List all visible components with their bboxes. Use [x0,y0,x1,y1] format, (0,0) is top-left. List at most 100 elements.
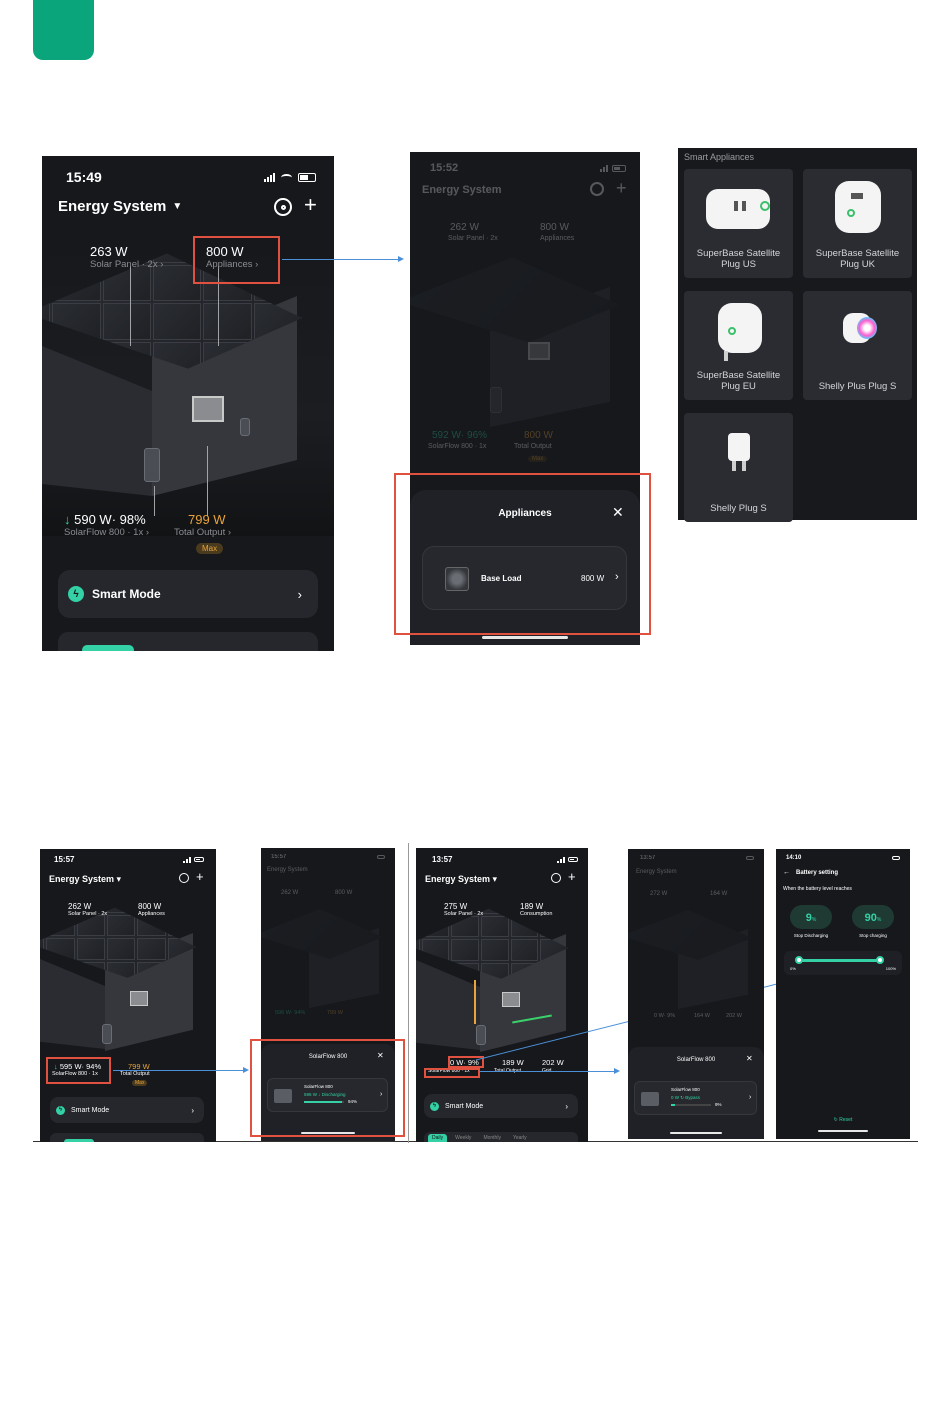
appliance-card[interactable]: Shelly Plug S [684,413,793,522]
column-divider [408,843,409,1143]
chevron-right-icon: › [297,586,302,602]
highlight-appliances [193,236,280,284]
system-selector[interactable]: Energy System ▾ [49,874,121,885]
solar-label: Solar Panel · 2x [90,259,158,270]
add-icon[interactable]: + [568,869,576,884]
tab-bar [50,1133,204,1142]
solarflow-value: 596 W· 94% [275,1010,306,1016]
max-badge: Max [132,1080,148,1086]
system-selector[interactable]: Energy System ▼ [58,198,182,215]
tab-weekly[interactable]: Weekly [451,1134,475,1142]
status-bar: 15:49 [66,169,316,185]
battery-icon [298,172,316,182]
stop-discharging-value[interactable]: 9% [790,905,832,929]
smart-mode-label: Smart Mode [71,1106,110,1114]
caret-down-icon: ▼ [172,201,183,212]
page-title: Battery setting [796,870,839,876]
appliances-value: 800 W [138,902,162,911]
slider-handle-low[interactable] [795,956,803,964]
appliances-label: Appliances [540,235,575,242]
solar-value: 275 W [444,902,468,911]
solar-label: Solar Panel · 2x [68,911,108,917]
highlight-solarflow [46,1057,111,1084]
page-title: Energy System [425,874,491,884]
arrow-to-appliances [282,259,400,260]
status-time: 14:10 [786,855,802,861]
highlight-appliances-sheet [394,473,651,635]
plug-eu-icon [718,303,762,353]
appliance-card[interactable]: SuperBase Satellite Plug EU [684,291,793,400]
status-time: 15:49 [66,169,102,185]
back-arrow-icon[interactable]: ← [783,869,790,876]
chevron-right-icon: › [191,1105,194,1115]
house-illustration [42,236,334,536]
solarflow-reading[interactable]: ↓ 590 W· 98% SolarFlow 800 · 1x › [64,512,149,538]
solar-panel-reading[interactable]: 263 W Solar Panel · 2x › [90,244,163,270]
smart-mode-row[interactable]: ϟ Smart Mode › [58,570,318,618]
slider-handle-high[interactable] [876,956,884,964]
arrow-to-solarflow-sheet-2 [480,1071,616,1072]
status-time: 15:52 [430,162,459,174]
stop-charging-label: Stop charging [859,933,887,938]
plug-uk-icon [835,181,881,233]
solar-value: 272 W [650,891,668,897]
smart-mode-row[interactable]: ϟ Smart Mode › [424,1094,578,1118]
reset-button[interactable]: ↻ Reset [776,1117,910,1123]
settings-icon[interactable] [179,873,189,883]
total-output-reading[interactable]: 799 W Total Output › Max [174,512,231,556]
wifi-icon [281,173,292,181]
grid-value: 202 W [726,1013,742,1019]
range-min: 0% [790,966,796,971]
lightning-icon: ϟ [68,586,84,602]
settings-icon[interactable] [274,198,292,216]
tab-active[interactable] [82,645,134,651]
battery-icon [194,857,204,862]
lightning-icon: ϟ [430,1101,439,1111]
signal-icon [557,856,565,863]
page-title: Energy System [267,867,308,873]
solarflow-label: SolarFlow 800 · 1x [428,443,487,450]
stop-charging-value[interactable]: 90% [852,905,894,929]
appliance-name: Shelly Plug S [710,503,767,514]
phone-screen-solarflow-sheet-2: 13:57 Energy System 272 W 164 W 0 W· 9% … [628,849,764,1139]
total-output-label: Total Output [174,527,226,538]
battery-icon [892,856,900,860]
tab-daily[interactable]: Daily [428,1134,448,1142]
period-tabs: Daily Weekly Monthly Yearly [424,1132,578,1142]
highlight-solarflow-sheet [250,1039,405,1137]
phone-screen-battery-setting: 14:10 ← Battery setting When the battery… [776,849,910,1139]
battery-subtitle: When the battery level reaches [783,886,852,892]
battery-icon [568,857,578,862]
battery-range-slider[interactable]: 0% 100% [784,951,902,975]
device-name: SolarFlow 800 [671,1087,700,1092]
max-badge: Max [196,543,224,554]
tab-monthly[interactable]: Monthly [479,1134,505,1142]
settings-icon[interactable] [590,182,604,196]
smart-mode-row[interactable]: ϟ Smart Mode › [50,1097,204,1123]
solar-value: 262 W [68,902,92,911]
total-output-label: Total Output [514,443,552,450]
appliance-card[interactable]: Shelly Plus Plug S [803,291,912,400]
page-title: Energy System [636,869,677,875]
status-time: 13:57 [640,855,656,861]
solar-value: 262 W [450,222,479,233]
add-icon[interactable]: + [304,194,317,216]
close-icon[interactable]: ✕ [746,1054,753,1063]
add-icon[interactable]: + [616,178,627,199]
tab-yearly[interactable]: Yearly [509,1134,531,1142]
chevron-right-icon: › [749,1094,752,1101]
arrowhead [398,256,404,262]
device-item[interactable]: SolarFlow 800 0 W ↻ Bypass 9% › [634,1081,757,1115]
lightning-icon: ϟ [56,1105,65,1115]
signal-icon [600,164,608,172]
section-tab [33,0,94,60]
panel-title: Smart Appliances [684,152,755,162]
highlight-solarflow-label-2 [424,1068,480,1078]
add-icon[interactable]: + [196,869,204,884]
status-time: 15:57 [271,854,287,860]
appliance-card[interactable]: SuperBase Satellite Plug UK [803,169,912,278]
appliance-card[interactable]: SuperBase Satellite Plug US [684,169,793,278]
settings-icon[interactable] [551,873,561,883]
system-selector[interactable]: Energy System ▾ [425,874,497,885]
sheet-title: SolarFlow 800 [676,1057,716,1063]
